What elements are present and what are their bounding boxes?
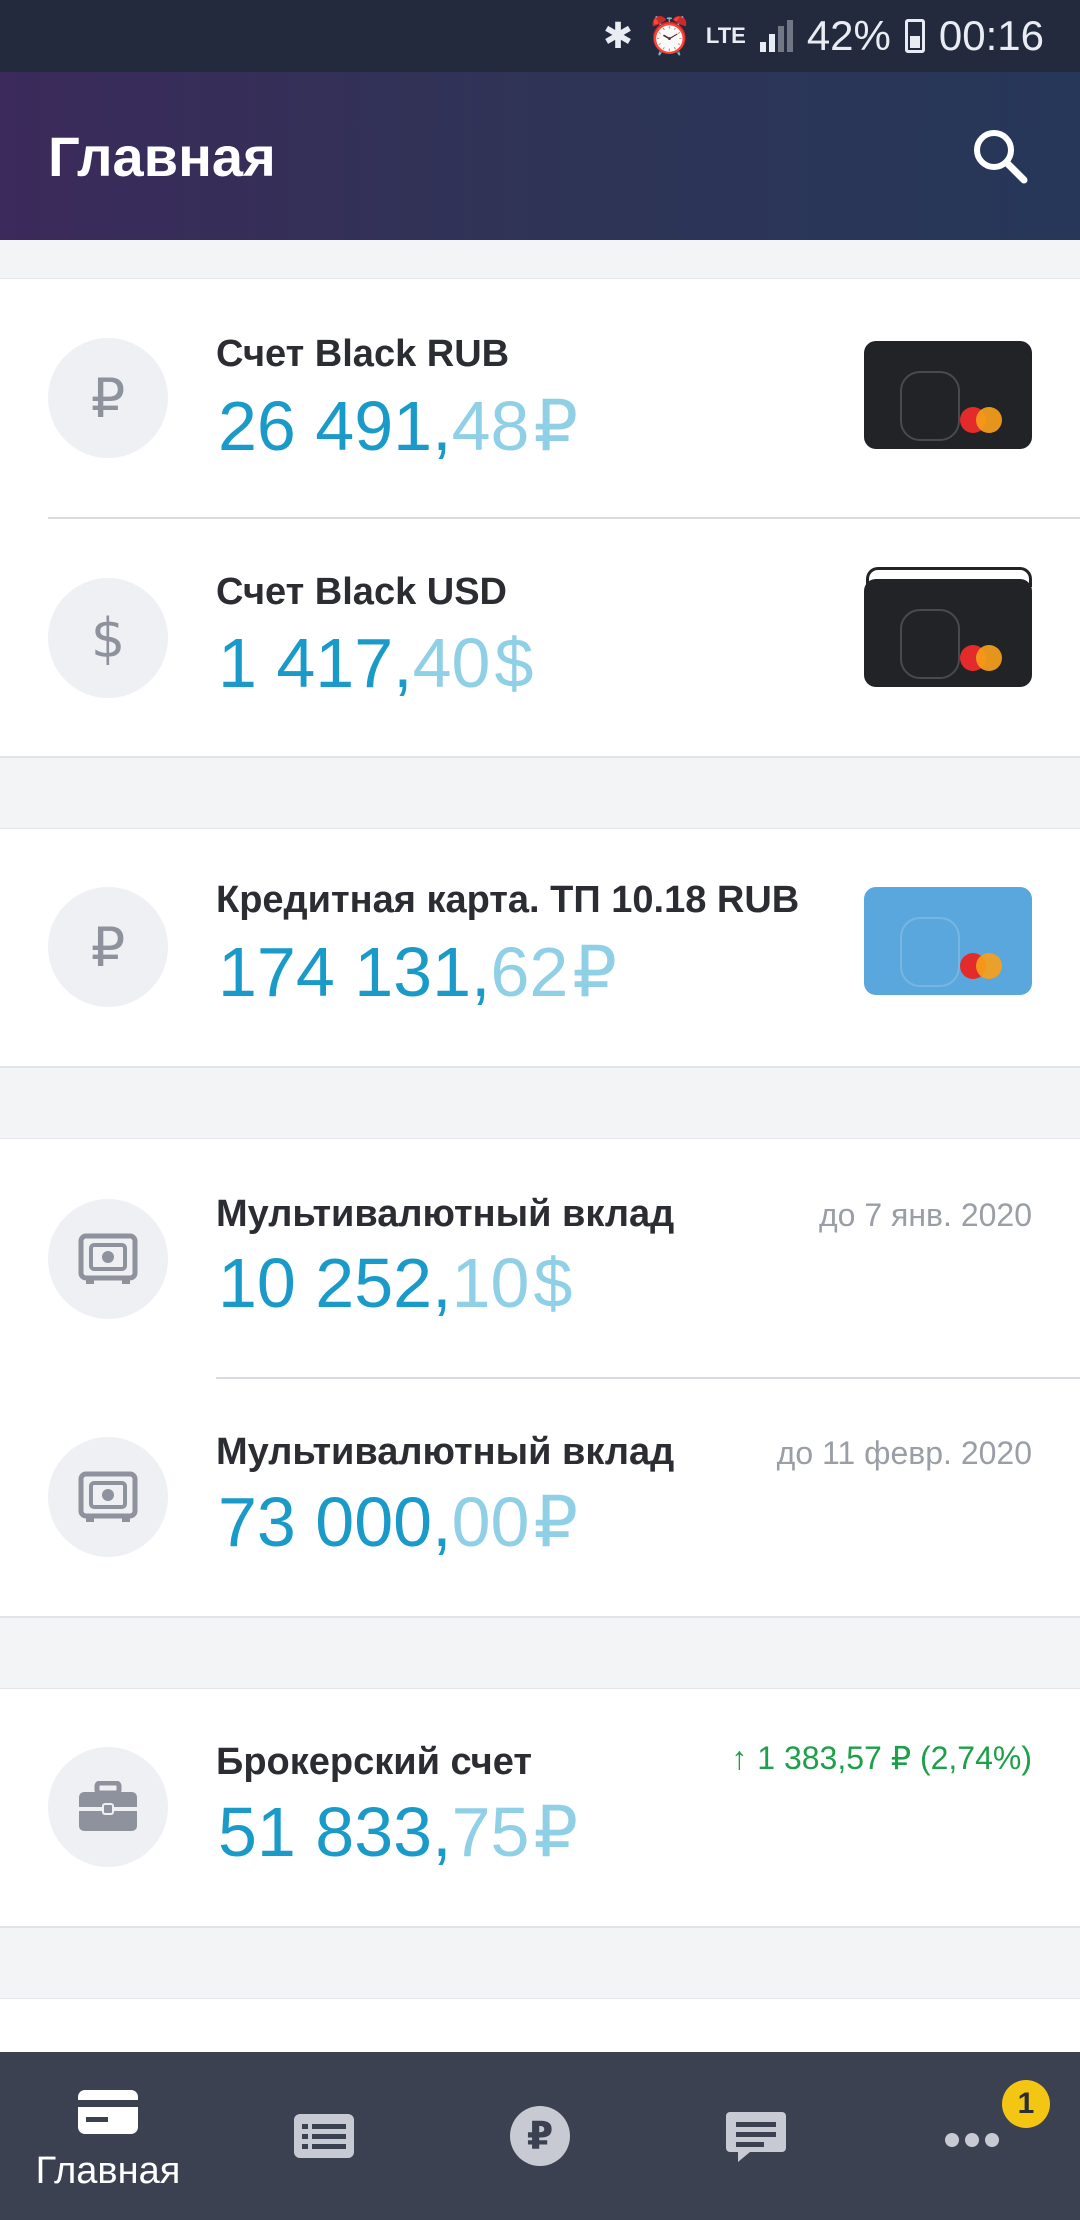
account-row-black-rub[interactable]: ₽ Счет Black RUB 26 491,48₽ xyxy=(0,279,1080,517)
search-button[interactable] xyxy=(968,124,1032,188)
balance-currency: ₽ xyxy=(533,1793,578,1871)
signal-icon xyxy=(759,20,793,52)
safe-icon-glyph xyxy=(78,1471,138,1522)
broker-group: Брокерский счет ↑ 1 383,57 ₽ (2,74%) 51 8… xyxy=(0,1688,1080,1928)
mastercard-logo xyxy=(960,645,1010,671)
ruble-coin-icon: ₽ xyxy=(510,2106,570,2166)
account-name: Счет Black RUB xyxy=(216,333,510,375)
nav-home-label: Главная xyxy=(35,2149,181,2192)
broker-balance: 51 833,75₽ xyxy=(218,1791,578,1873)
balance-cents: 62 xyxy=(490,933,569,1011)
account-row-credit-card[interactable]: ₽ Кредитная карта. ТП 10.18 RUB 174 131,… xyxy=(0,829,1080,1067)
status-bar: ✱ ⏰ LTE 42% 00:16 xyxy=(0,0,1080,72)
balance-cents: 40 xyxy=(412,624,491,702)
list-icon xyxy=(294,2114,354,2158)
balance-cents: 48 xyxy=(451,387,530,465)
balance-whole: 51 833, xyxy=(218,1793,452,1871)
clock: 00:16 xyxy=(938,12,1044,59)
broker-gain: ↑ 1 383,57 ₽ (2,74%) xyxy=(731,1739,1032,1777)
nav-home[interactable]: Главная xyxy=(0,2052,216,2220)
next-group-partial xyxy=(0,1998,1080,2052)
broker-account-name: Брокерский счет xyxy=(216,1741,532,1783)
balance-cents: 75 xyxy=(451,1793,530,1871)
credit-group: ₽ Кредитная карта. ТП 10.18 RUB 174 131,… xyxy=(0,828,1080,1068)
deposit-row[interactable]: Мультивалютный вклад до 11 февр. 2020 73… xyxy=(0,1379,1080,1617)
alarm-icon: ⏰ xyxy=(647,15,692,56)
notification-badge: 1 xyxy=(1002,2080,1050,2128)
svg-text:₽: ₽ xyxy=(527,2114,553,2158)
debit-accounts-group: ₽ Счет Black RUB 26 491,48₽ $ Счет Black… xyxy=(0,278,1080,758)
account-balance: 26 491,48₽ xyxy=(218,385,578,467)
account-balance: 1 417,40$ xyxy=(218,623,533,703)
deposit-name: Мультивалютный вклад xyxy=(216,1193,675,1235)
deposit-balance: 73 000,00₽ xyxy=(218,1481,578,1563)
broker-account-row[interactable]: Брокерский счет ↑ 1 383,57 ₽ (2,74%) 51 8… xyxy=(0,1689,1080,1927)
deposit-balance: 10 252,10$ xyxy=(218,1243,572,1323)
balance-currency: ₽ xyxy=(572,933,617,1011)
bluetooth-icon: ✱ xyxy=(602,15,634,56)
balance-cents: 10 xyxy=(451,1244,530,1322)
deposit-row[interactable]: Мультивалютный вклад до 7 янв. 2020 10 2… xyxy=(0,1139,1080,1377)
page-title: Главная xyxy=(48,124,276,188)
mastercard-logo xyxy=(960,407,1010,433)
network-type: LTE xyxy=(705,23,746,48)
account-balance: 174 131,62₽ xyxy=(218,931,617,1013)
balance-currency: ₽ xyxy=(533,1483,578,1561)
ruble-icon: ₽ xyxy=(48,338,168,458)
battery-percent: 42% xyxy=(806,12,891,59)
account-name: Счет Black USD xyxy=(216,571,507,613)
card-icon xyxy=(78,2089,138,2134)
ruble-icon: ₽ xyxy=(48,887,168,1007)
deposit-term: до 11 февр. 2020 xyxy=(776,1435,1032,1471)
balance-whole: 174 131, xyxy=(218,933,491,1011)
accounts-list: ₽ Счет Black RUB 26 491,48₽ $ Счет Black… xyxy=(0,240,1080,2052)
nav-chat[interactable] xyxy=(648,2052,864,2220)
mastercard-logo xyxy=(960,953,1010,979)
briefcase-icon-glyph xyxy=(79,1781,137,1831)
more-icon xyxy=(945,2133,999,2147)
balance-whole: 26 491, xyxy=(218,387,452,465)
card-thumbnail-black xyxy=(864,341,1032,449)
deposit-term: до 7 янв. 2020 xyxy=(818,1197,1032,1233)
balance-currency: ₽ xyxy=(533,387,578,465)
balance-cents: 00 xyxy=(451,1483,530,1561)
balance-whole: 73 000, xyxy=(218,1483,452,1561)
balance-currency: $ xyxy=(533,1244,573,1322)
card-thumbnail-blue xyxy=(864,887,1032,995)
card-pattern xyxy=(900,371,960,441)
account-row-black-usd[interactable]: $ Счет Black USD 1 417,40$ xyxy=(0,519,1080,757)
balance-whole: 10 252, xyxy=(218,1244,452,1322)
briefcase-icon xyxy=(48,1747,168,1867)
card-thumbnail-black xyxy=(864,579,1032,687)
balance-currency: $ xyxy=(494,624,534,702)
search-icon xyxy=(974,130,1028,184)
balance-whole: 1 417, xyxy=(218,624,413,702)
nav-more[interactable]: 1 xyxy=(864,2052,1080,2220)
arrow-up-icon: ↑ xyxy=(731,1740,748,1776)
app-bar: Главная xyxy=(0,72,1080,240)
dollar-icon: $ xyxy=(48,578,168,698)
deposits-group: Мультивалютный вклад до 7 янв. 2020 10 2… xyxy=(0,1138,1080,1618)
nav-history[interactable] xyxy=(216,2052,432,2220)
card-pattern xyxy=(900,609,960,679)
bottom-nav: Главная ₽ 1 xyxy=(0,2052,1080,2220)
deposit-name: Мультивалютный вклад xyxy=(216,1431,675,1473)
nav-payments[interactable]: ₽ xyxy=(432,2052,648,2220)
safe-icon-glyph xyxy=(78,1233,138,1284)
battery-icon xyxy=(904,19,925,53)
chat-icon xyxy=(726,2112,786,2162)
safe-icon xyxy=(48,1437,168,1557)
safe-icon xyxy=(48,1199,168,1319)
gain-value: 1 383,57 ₽ (2,74%) xyxy=(757,1740,1032,1776)
card-pattern xyxy=(900,917,960,987)
account-name: Кредитная карта. ТП 10.18 RUB xyxy=(216,879,800,921)
